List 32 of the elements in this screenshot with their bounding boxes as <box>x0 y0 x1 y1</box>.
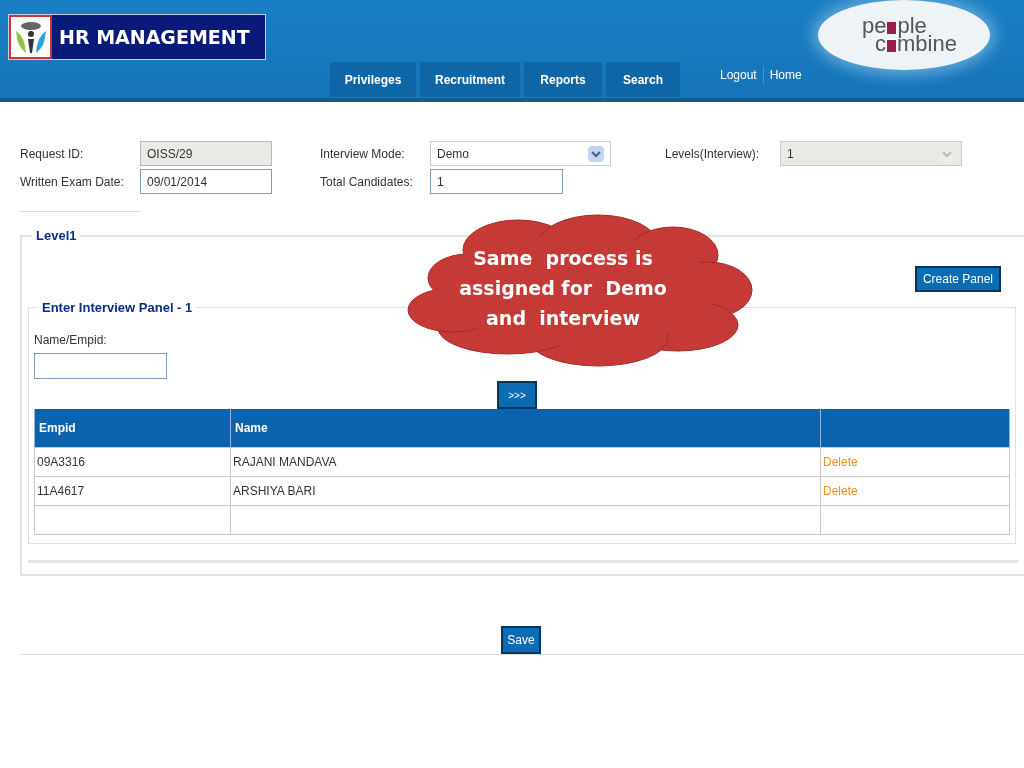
nav-tab[interactable]: Search <box>606 62 680 97</box>
save-button[interactable]: Save <box>501 626 541 654</box>
field-label: Written Exam Date: <box>20 173 125 191</box>
table-cell: 11A4617 <box>34 476 231 505</box>
people-logo-icon <box>9 15 52 59</box>
create-panel-button[interactable]: Create Panel <box>914 265 1001 292</box>
column-header: Name <box>230 409 821 447</box>
table-cell: RAJANI MANDAVA <box>230 447 821 476</box>
nav-link[interactable]: Home <box>762 66 808 84</box>
field-label: Name/Empid: <box>34 332 107 349</box>
chevron-down-icon <box>588 145 604 162</box>
brand-text: c <box>875 35 886 53</box>
field-label: Request ID: <box>20 145 85 163</box>
section-title: Enter Interview Panel - 1 <box>41 298 194 317</box>
dropdown-field[interactable]: Demo <box>430 141 611 166</box>
add-button[interactable]: >>> <box>497 381 537 409</box>
table-cell: 09A3316 <box>34 447 231 476</box>
nav-link[interactable]: Logout <box>714 66 763 84</box>
section-title: Level1 <box>35 227 78 245</box>
name-input[interactable] <box>34 353 167 379</box>
field-label: Interview Mode: <box>320 145 406 163</box>
field-label: Total Candidates: <box>320 173 414 191</box>
text-input[interactable]: 09/01/2014 <box>140 169 272 194</box>
nav-tab[interactable]: Reports <box>524 62 602 97</box>
text-input[interactable]: 1 <box>430 169 563 194</box>
column-header: Empid <box>34 409 231 447</box>
callout-text: Same process is assigned for Demo and interview <box>458 246 668 331</box>
nav-tab[interactable]: Recruitment <box>420 62 520 97</box>
nav-tab[interactable]: Privileges <box>330 62 416 97</box>
table-cell: ARSHIYA BARI <box>230 476 821 505</box>
field-label: Levels(Interview): <box>665 145 761 163</box>
app-title: HR MANAGEMENT <box>52 15 265 59</box>
